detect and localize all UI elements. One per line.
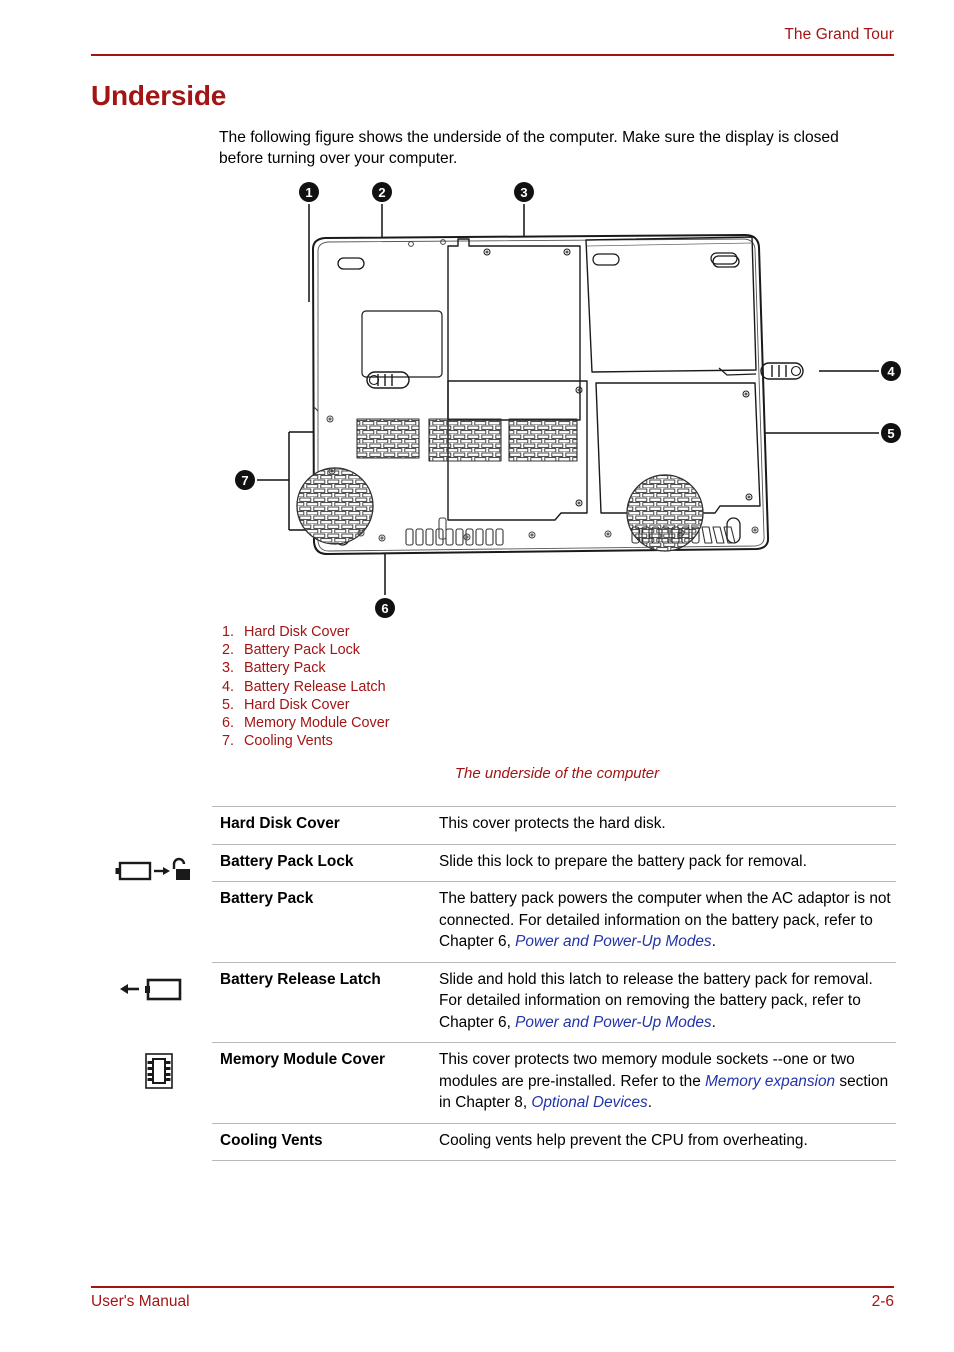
- svg-text:6: 6: [381, 601, 388, 616]
- table-row: Memory Module Cover This cover protects …: [145, 1042, 896, 1123]
- footer-divider: [91, 1286, 894, 1288]
- legend-label: Hard Disk Cover: [244, 696, 350, 713]
- description-part: This cover protects the hard disk.: [439, 815, 666, 832]
- term-label: Battery Pack: [220, 890, 314, 907]
- legend-number: 6.: [222, 715, 235, 732]
- description-text: Slide this lock to prepare the battery p…: [439, 851, 896, 873]
- callout-2: 2: [372, 182, 392, 202]
- legend-number: 3.: [222, 660, 235, 677]
- header-divider: [91, 54, 894, 56]
- svg-text:1: 1: [305, 185, 312, 200]
- callout-3: 3: [514, 182, 534, 202]
- description-text: This cover protects the hard disk.: [439, 813, 896, 835]
- term-label: Battery Release Latch: [220, 970, 381, 988]
- description-text: This cover protects two memory module so…: [439, 1049, 896, 1114]
- list-item: 2. Battery Pack Lock: [222, 641, 582, 659]
- battery-release-icon: [114, 973, 194, 1007]
- term-label: Memory Module Cover: [220, 1051, 386, 1068]
- manual-page: The Grand Tour Underside The following f…: [0, 0, 954, 1352]
- legend-number: 4.: [222, 678, 235, 695]
- battery-unlock-icon: [114, 855, 194, 889]
- legend-label: Memory Module Cover: [244, 715, 390, 732]
- table-row: Battery Pack The battery pack powers the…: [212, 881, 896, 962]
- callout-5: 5: [881, 423, 901, 443]
- table-row: Battery Release Latch Slide and hold thi…: [120, 961, 896, 1043]
- description-part: .: [711, 933, 716, 950]
- svg-text:5: 5: [887, 426, 894, 441]
- description-part: .: [647, 1094, 653, 1111]
- intro-paragraph: The following figure shows the underside…: [219, 129, 839, 167]
- page-header: The Grand Tour: [91, 26, 894, 56]
- legend-label: Cooling Vents: [244, 733, 333, 750]
- list-item: 5. Hard Disk Cover: [222, 696, 582, 714]
- table-row: Cooling Vents Cooling vents help prevent…: [212, 1122, 896, 1161]
- callout-1: 1: [299, 182, 319, 202]
- description-part: .: [711, 1013, 716, 1031]
- legend-number: 2.: [222, 642, 235, 659]
- svg-text:4: 4: [887, 364, 895, 379]
- figure-caption: The underside of the computer: [454, 765, 660, 782]
- callout-6: 6: [375, 598, 395, 618]
- list-item: 7. Cooling Vents: [222, 732, 582, 750]
- component-description-table: Hard Disk Cover This cover protects the …: [115, 806, 896, 1161]
- list-item: 3. Battery Pack: [222, 659, 582, 677]
- description-text: Slide and hold this latch to release the…: [439, 969, 896, 1034]
- underside-figure: 1 2 3 4 5 6 7: [215, 182, 905, 627]
- chapter-title: The Grand Tour: [784, 26, 894, 43]
- list-item: 1. Hard Disk Cover: [222, 623, 582, 641]
- page-footer: User's Manual 2-6: [91, 1293, 894, 1317]
- callout-4: 4: [881, 361, 901, 381]
- svg-text:7: 7: [241, 473, 248, 488]
- legend-label: Battery Pack Lock: [244, 642, 360, 659]
- table-row: Hard Disk Cover This cover protects the …: [212, 806, 896, 844]
- legend-number: 5.: [222, 696, 235, 713]
- description-text: The battery pack powers the computer whe…: [439, 888, 896, 953]
- list-item: 6. Memory Module Cover: [222, 714, 582, 732]
- legend-number: 7.: [222, 733, 235, 750]
- description-part: Slide this lock to prepare the battery p…: [439, 852, 807, 870]
- legend-label: Battery Release Latch: [244, 678, 386, 695]
- figure-legend-list: 1. Hard Disk Cover 2. Battery Pack Lock …: [222, 623, 582, 750]
- memory-module-icon: [120, 1051, 200, 1089]
- callout-7: 7: [235, 470, 255, 490]
- legend-number: 1.: [222, 624, 235, 640]
- cross-reference-link[interactable]: Memory expansion: [705, 1073, 835, 1090]
- page-number: 2-6: [871, 1293, 894, 1310]
- manual-name: User's Manual: [91, 1293, 190, 1310]
- cross-reference-link[interactable]: Optional Devices: [531, 1094, 647, 1111]
- cross-reference-link[interactable]: Power and Power-Up Modes: [515, 1014, 711, 1031]
- svg-text:2: 2: [378, 185, 385, 200]
- legend-label: Hard Disk Cover: [244, 624, 350, 640]
- svg-text:3: 3: [520, 185, 527, 200]
- legend-label: Battery Pack: [244, 660, 326, 677]
- table-row: Battery Pack Lock Slide this lock to pre…: [115, 843, 896, 882]
- description-text: Cooling vents help prevent the CPU from …: [439, 1130, 896, 1152]
- term-label: Hard Disk Cover: [220, 815, 340, 832]
- page-title: Underside: [91, 80, 227, 111]
- term-label: Battery Pack Lock: [220, 852, 354, 870]
- term-label: Cooling Vents: [220, 1131, 323, 1149]
- cross-reference-link[interactable]: Power and Power-Up Modes: [515, 933, 711, 950]
- list-item: 4. Battery Release Latch: [222, 678, 582, 696]
- description-part: Cooling vents help prevent the CPU from …: [439, 1131, 808, 1149]
